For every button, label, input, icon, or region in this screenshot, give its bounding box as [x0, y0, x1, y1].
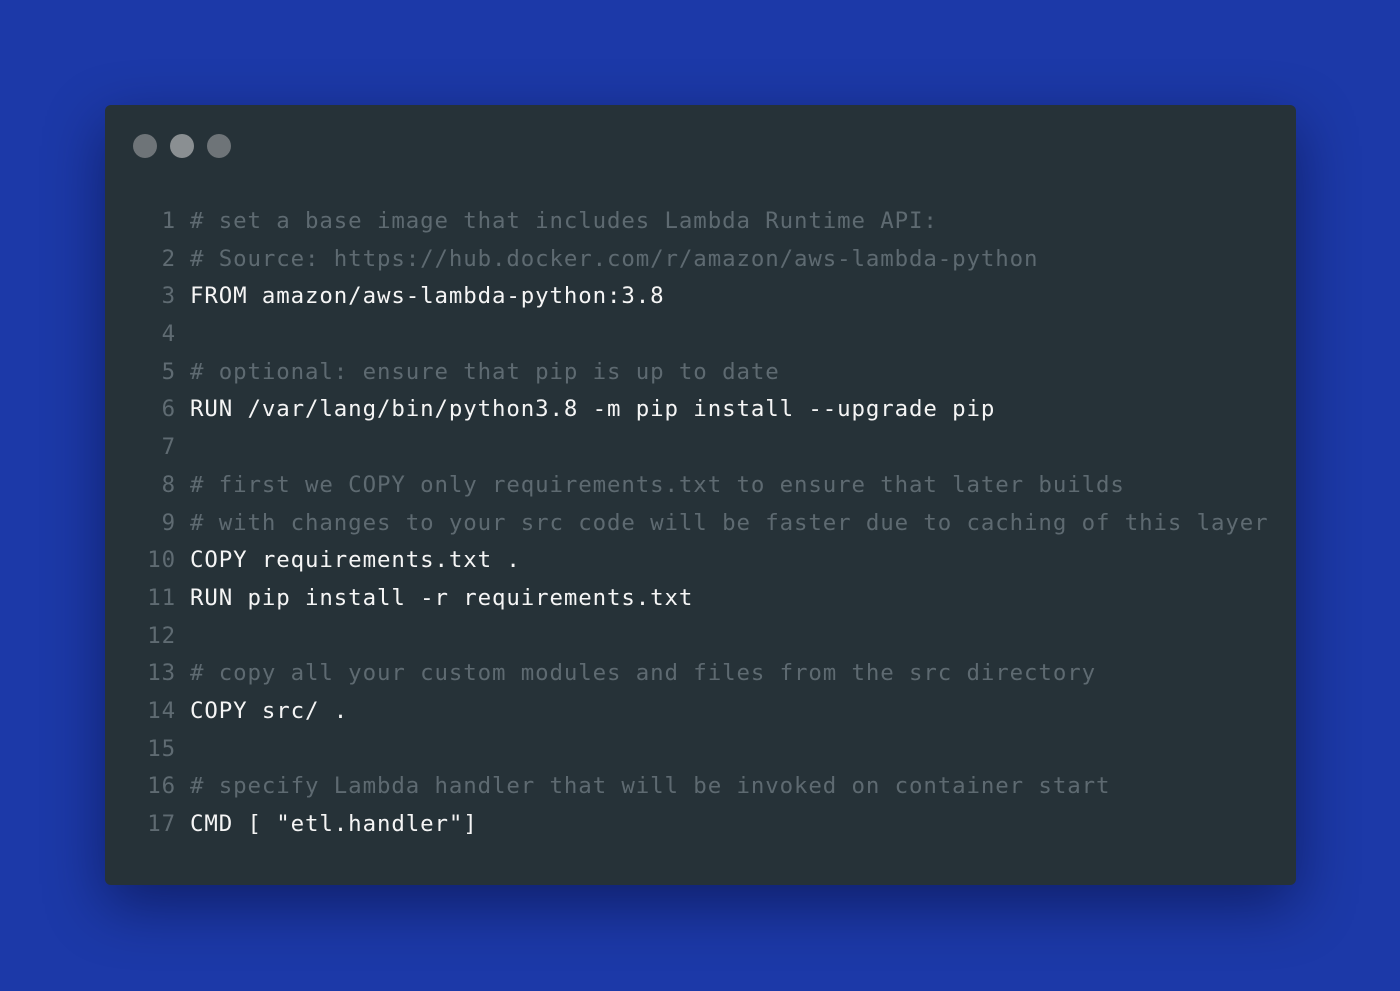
line-number: 13 — [147, 660, 176, 687]
line-number: 9 — [161, 509, 176, 536]
code-text: COPY src/ . — [190, 697, 349, 724]
code-line: 14 COPY src/ . — [105, 693, 1296, 731]
window-dot-icon[interactable] — [170, 134, 194, 158]
code-text: # Source: https://hub.docker.com/r/amazo… — [190, 245, 1039, 272]
code-text: # with changes to your src code will be … — [190, 509, 1269, 536]
code-text: # optional: ensure that pip is up to dat… — [190, 358, 780, 385]
line-number: 17 — [147, 811, 176, 837]
code-text: RUN /var/lang/bin/python3.8 -m pip insta… — [190, 396, 996, 423]
code-line: 13 # copy all your custom modules and fi… — [105, 655, 1296, 693]
code-line: 5 # optional: ensure that pip is up to d… — [105, 354, 1296, 392]
code-text: CMD [ "etl.handler"] — [190, 811, 478, 837]
code-line: 2 # Source: https://hub.docker.com/r/ama… — [105, 241, 1296, 279]
line-number: 7 — [161, 434, 176, 461]
line-number: 5 — [161, 358, 176, 385]
code-line: 6 RUN /var/lang/bin/python3.8 -m pip ins… — [105, 391, 1296, 429]
code-text: FROM amazon/aws-lambda-python:3.8 — [190, 283, 665, 310]
code-text: COPY requirements.txt . — [190, 547, 521, 574]
line-number: 8 — [161, 471, 176, 498]
line-number: 2 — [161, 245, 176, 272]
code-line: 10 COPY requirements.txt . — [105, 542, 1296, 580]
line-number: 14 — [147, 697, 176, 724]
window-dot-icon[interactable] — [207, 134, 231, 158]
code-line: 4 — [105, 316, 1296, 354]
line-number: 6 — [161, 396, 176, 423]
code-line: 7 — [105, 429, 1296, 467]
line-number: 1 — [161, 208, 176, 234]
code-line: 8 # first we COPY only requirements.txt … — [105, 467, 1296, 505]
line-number: 4 — [161, 321, 176, 348]
line-number: 10 — [147, 547, 176, 574]
code-line: 1 # set a base image that includes Lambd… — [105, 203, 1296, 241]
window-dot-icon[interactable] — [133, 134, 157, 158]
code-line: 17 CMD [ "etl.handler"] — [105, 806, 1296, 844]
line-number: 3 — [161, 283, 176, 310]
code-text: # copy all your custom modules and files… — [190, 660, 1096, 687]
line-number: 15 — [147, 735, 176, 762]
line-number: 12 — [147, 622, 176, 649]
line-number: 11 — [147, 584, 176, 611]
code-line: 3 FROM amazon/aws-lambda-python:3.8 — [105, 278, 1296, 316]
code-line: 12 — [105, 618, 1296, 656]
code-window: 1 # set a base image that includes Lambd… — [105, 105, 1296, 885]
code-text: RUN pip install -r requirements.txt — [190, 584, 694, 611]
code-text: # first we COPY only requirements.txt to… — [190, 471, 1125, 498]
code-line: 11 RUN pip install -r requirements.txt — [105, 580, 1296, 618]
code-text: # set a base image that includes Lambda … — [190, 208, 938, 234]
code-line: 15 — [105, 731, 1296, 769]
code-line: 16 # specify Lambda handler that will be… — [105, 768, 1296, 806]
line-number: 16 — [147, 773, 176, 800]
code-line: 9 # with changes to your src code will b… — [105, 505, 1296, 543]
code-block: 1 # set a base image that includes Lambd… — [105, 203, 1296, 844]
code-text: # specify Lambda handler that will be in… — [190, 773, 1111, 800]
